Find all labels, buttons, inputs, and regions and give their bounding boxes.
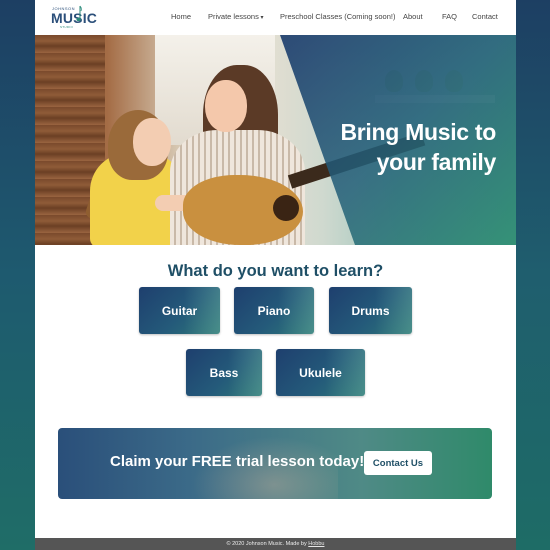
site-footer: © 2020 Johnson Music. Made by Hobbu [35, 538, 516, 550]
guitar-button[interactable]: Guitar [139, 287, 220, 334]
logo-main-text: MUSIC [51, 10, 98, 26]
hero-banner: Bring Music to your family [35, 35, 516, 245]
nav-faq[interactable]: FAQ [442, 12, 457, 21]
nav-preschool-classes[interactable]: Preschool Classes (Coming soon!) [280, 12, 395, 21]
piano-label: Piano [257, 303, 291, 318]
nav-private-lessons[interactable]: Private lessons [208, 12, 264, 21]
bass-label: Bass [209, 365, 239, 380]
drums-label: Drums [351, 303, 390, 318]
ukulele-button[interactable]: Ukulele [276, 349, 365, 396]
hero-title: Bring Music to your family [306, 117, 496, 177]
trial-lesson-text: Claim your FREE trial lesson today! [110, 453, 365, 470]
guitar-image [273, 195, 299, 221]
nav-contact[interactable]: Contact [472, 12, 498, 21]
trial-lesson-banner: Claim your FREE trial lesson today! Cont… [58, 428, 492, 499]
bass-button[interactable]: Bass [186, 349, 262, 396]
ukulele-label: Ukulele [299, 365, 342, 380]
piano-button[interactable]: Piano [234, 287, 314, 334]
background-right [516, 0, 550, 550]
logo-sub-text: STUDIO [60, 25, 74, 29]
hero-title-line1: Bring Music to [340, 119, 496, 145]
nav-about[interactable]: About [403, 12, 423, 21]
nav-home[interactable]: Home [171, 12, 191, 21]
page: JOHNSON MUSIC STUDIO Home Private lesson… [35, 0, 516, 550]
woman-figure [205, 80, 247, 132]
girl-figure [133, 118, 171, 166]
site-header: JOHNSON MUSIC STUDIO Home Private lesson… [35, 0, 516, 35]
background-left [0, 0, 35, 550]
contact-us-button[interactable]: Contact Us [364, 451, 432, 475]
site-logo[interactable]: JOHNSON MUSIC STUDIO [50, 5, 98, 31]
footer-credit-link[interactable]: Hobbu [308, 541, 324, 547]
footer-copyright: © 2020 Johnson Music. Made by [226, 541, 309, 547]
guitar-label: Guitar [161, 303, 198, 318]
hero-title-line2: your family [376, 149, 497, 175]
music-note-icon [76, 5, 82, 22]
learn-heading: What do you want to learn? [167, 262, 384, 280]
drums-button[interactable]: Drums [329, 287, 412, 334]
